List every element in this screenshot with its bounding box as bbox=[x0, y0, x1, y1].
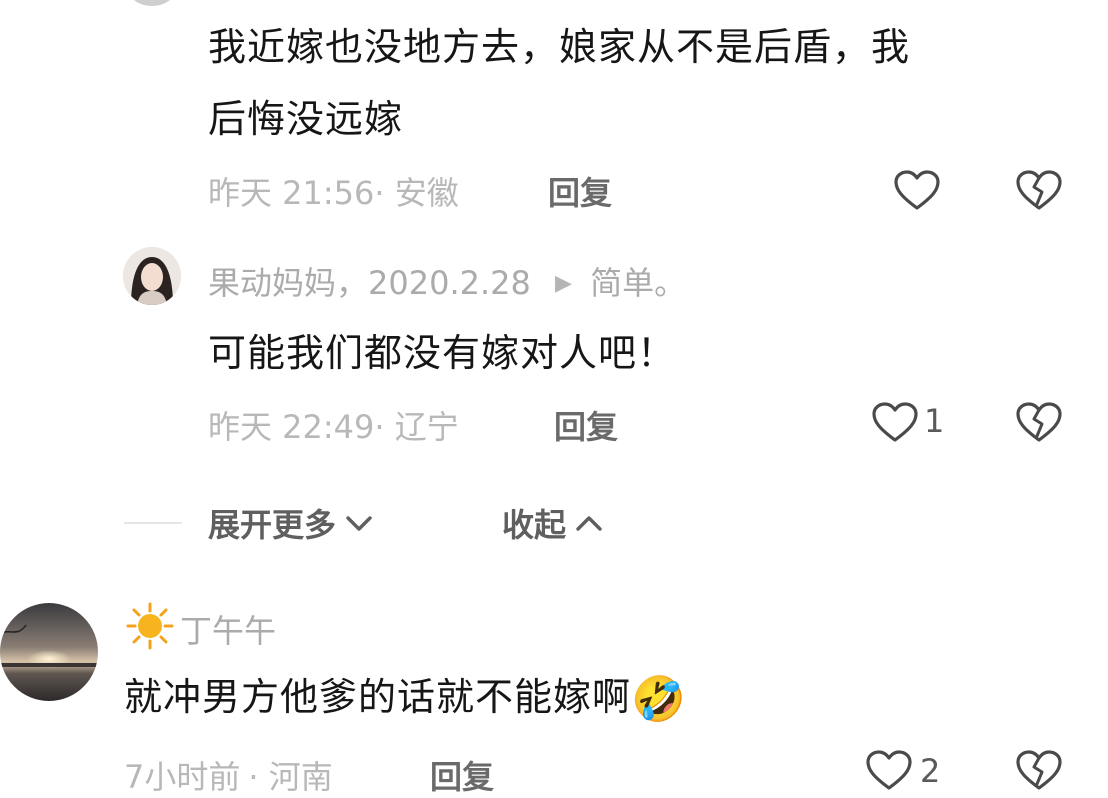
comment-text-line: 就冲男方他爹的话就不能嫁啊🤣 bbox=[124, 666, 687, 731]
reply-to-name[interactable]: 简单。 bbox=[590, 264, 686, 302]
reply-button[interactable]: 回复 bbox=[548, 168, 612, 214]
sun-icon bbox=[126, 602, 174, 650]
comment-text-line-1: 我近嫁也没地方去，娘家从不是后盾，我 bbox=[208, 25, 911, 69]
reply-button[interactable]: 回复 bbox=[430, 752, 494, 798]
like-count: 2 bbox=[920, 752, 941, 790]
broken-heart-icon[interactable] bbox=[1014, 748, 1064, 792]
like-count: 1 bbox=[924, 402, 945, 440]
comment-location: · 安徽 bbox=[374, 174, 459, 212]
broken-heart-icon[interactable] bbox=[1014, 400, 1064, 444]
comment-time-value: 昨天 22:49 bbox=[208, 408, 375, 446]
comment-time: 昨天 22:49· 辽宁 bbox=[208, 402, 459, 448]
comment-author-line: 果动妈妈，2020.2.28 ▶ 简单。 bbox=[208, 258, 686, 304]
thread-divider bbox=[124, 522, 182, 524]
comment-time: 昨天 21:56· 安徽 bbox=[208, 168, 459, 214]
avatar[interactable] bbox=[0, 603, 98, 701]
comment-author[interactable]: 果动妈妈，2020.2.28 bbox=[208, 264, 531, 302]
comment-time: 7小时前 · 河南 bbox=[124, 752, 333, 798]
chevron-down-icon bbox=[346, 516, 372, 531]
heart-icon[interactable] bbox=[864, 748, 914, 792]
rofl-emoji-icon: 🤣 bbox=[631, 674, 687, 725]
comment-text-line-2: 后悔没远嫁 bbox=[208, 97, 404, 141]
comment-author[interactable]: 丁午午 bbox=[180, 606, 276, 652]
chevron-up-icon bbox=[576, 516, 602, 531]
collapse-button[interactable]: 收起 bbox=[502, 500, 606, 546]
heart-icon[interactable] bbox=[870, 400, 920, 444]
expand-more-label: 展开更多 bbox=[208, 506, 337, 544]
comment-text: 可能我们都没有嫁对人吧！ bbox=[208, 331, 677, 375]
comment-time-value: 昨天 21:56 bbox=[208, 174, 375, 212]
comment-location: · 辽宁 bbox=[374, 408, 459, 446]
comment-time-value: 7小时前 bbox=[124, 758, 241, 796]
broken-heart-icon[interactable] bbox=[1014, 168, 1064, 212]
reply-arrow-icon: ▶ bbox=[555, 271, 572, 296]
comment-location: · 河南 bbox=[248, 758, 333, 796]
avatar-partial[interactable] bbox=[124, 0, 180, 6]
heart-icon[interactable] bbox=[892, 168, 942, 212]
comment-text: 就冲男方他爹的话就不能嫁啊 bbox=[124, 675, 632, 719]
reply-button[interactable]: 回复 bbox=[554, 402, 618, 448]
avatar[interactable] bbox=[123, 247, 181, 305]
collapse-label: 收起 bbox=[502, 506, 567, 544]
expand-more-button[interactable]: 展开更多 bbox=[208, 500, 376, 546]
